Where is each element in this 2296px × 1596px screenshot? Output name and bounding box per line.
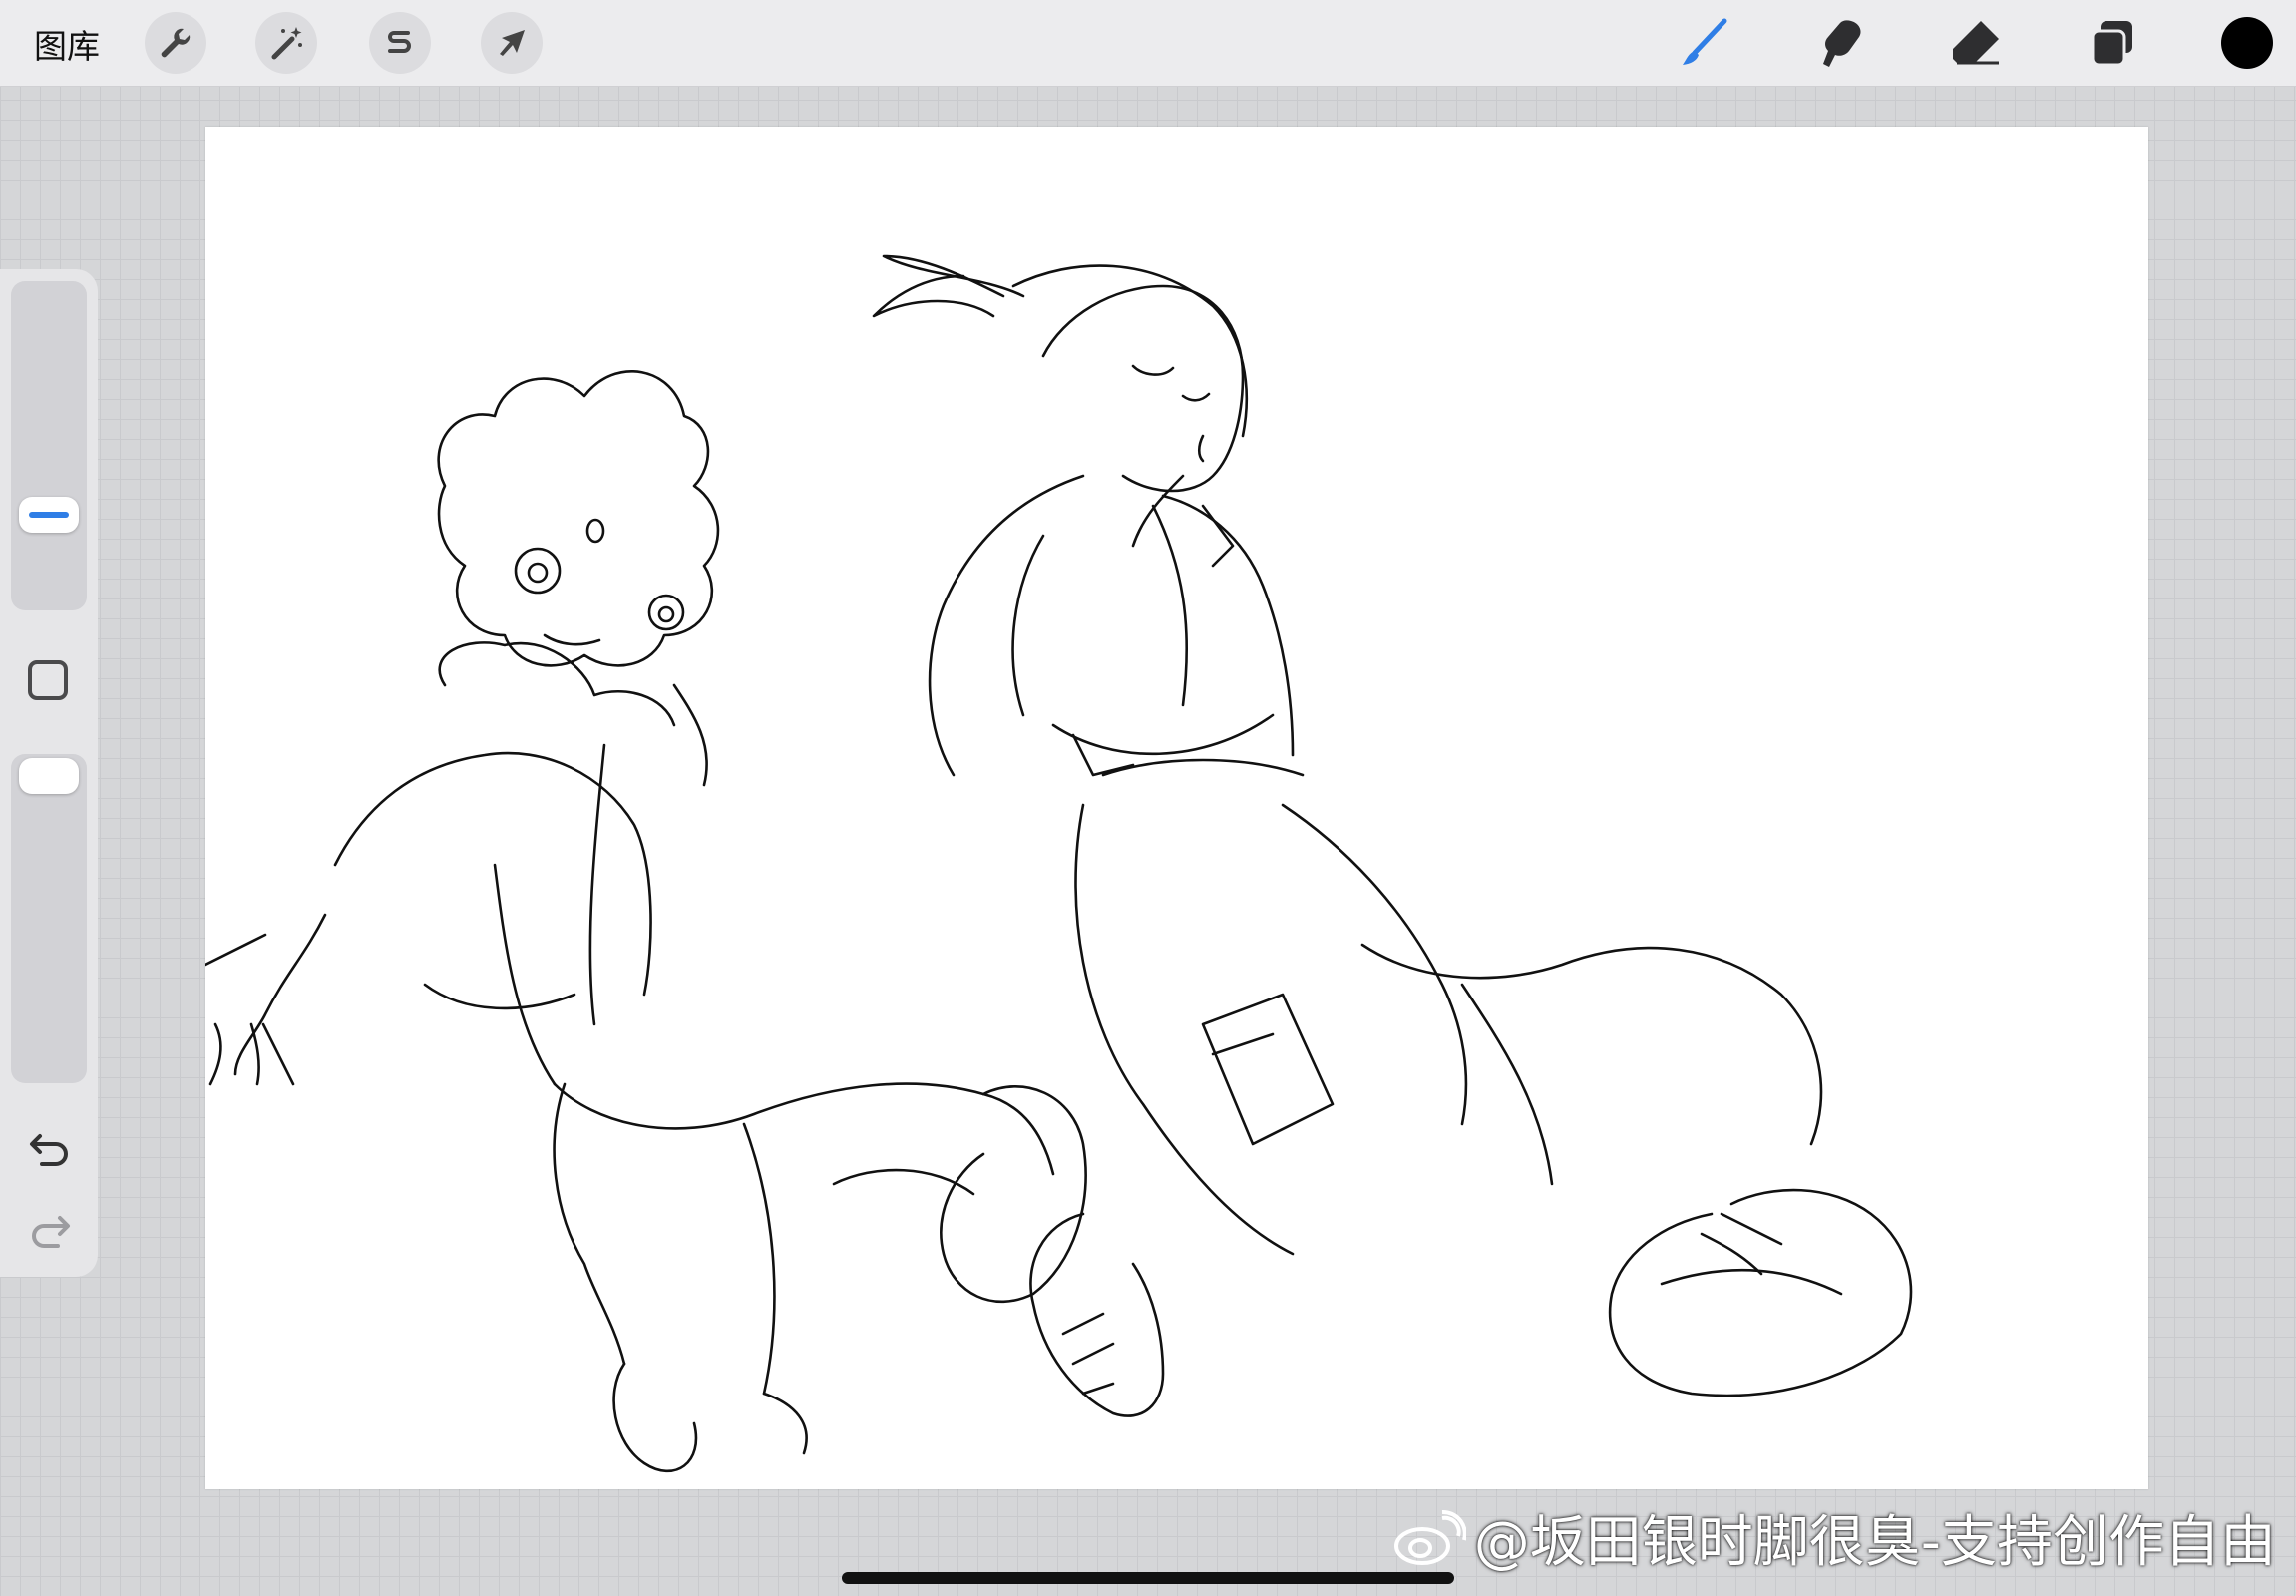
adjustments-button[interactable]	[255, 12, 317, 74]
actions-button[interactable]	[145, 12, 206, 74]
selection-s-icon	[388, 31, 411, 53]
transform-button[interactable]	[481, 12, 543, 74]
slider-indicator	[29, 512, 69, 518]
layers-button[interactable]	[2084, 14, 2141, 72]
magic-wand-icon	[271, 27, 302, 60]
drawing-canvas[interactable]	[205, 127, 2148, 1489]
watermark-text: @坂田银时脚很臭-支持创作自由	[1473, 1510, 2276, 1575]
paintbrush-icon	[1683, 18, 1727, 65]
eraser-tool-button[interactable]	[1948, 14, 2006, 72]
arrow-cursor-icon	[500, 30, 525, 56]
modify-button[interactable]	[28, 660, 68, 700]
left-sidebar	[0, 269, 98, 1277]
opacity-slider-thumb[interactable]	[19, 758, 79, 794]
top-toolbar: 图库	[0, 0, 2296, 87]
weibo-logo-icon	[1393, 1509, 1466, 1565]
color-picker-button[interactable]	[2221, 17, 2273, 69]
undo-arrow-icon	[30, 1134, 68, 1166]
gallery-button[interactable]: 图库	[34, 20, 100, 68]
opacity-slider[interactable]	[11, 754, 87, 1083]
redo-arrow-icon	[32, 1216, 70, 1248]
smudge-finger-icon	[1823, 20, 1861, 67]
eraser-icon	[1953, 21, 1999, 65]
line-art-drawing	[205, 254, 1913, 1473]
brush-tool-button[interactable]	[1676, 14, 1733, 72]
undo-button[interactable]	[22, 1123, 78, 1173]
selection-button[interactable]	[369, 12, 431, 74]
weibo-watermark: @坂田银时脚很臭-支持创作自由	[1390, 1497, 2276, 1578]
brush-size-slider-thumb[interactable]	[19, 497, 79, 533]
wrench-icon	[161, 28, 191, 58]
home-indicator[interactable]	[842, 1572, 1454, 1584]
brush-size-slider[interactable]	[11, 281, 87, 610]
smudge-tool-button[interactable]	[1812, 14, 1870, 72]
redo-button[interactable]	[22, 1205, 78, 1255]
layers-icon	[2091, 21, 2132, 67]
